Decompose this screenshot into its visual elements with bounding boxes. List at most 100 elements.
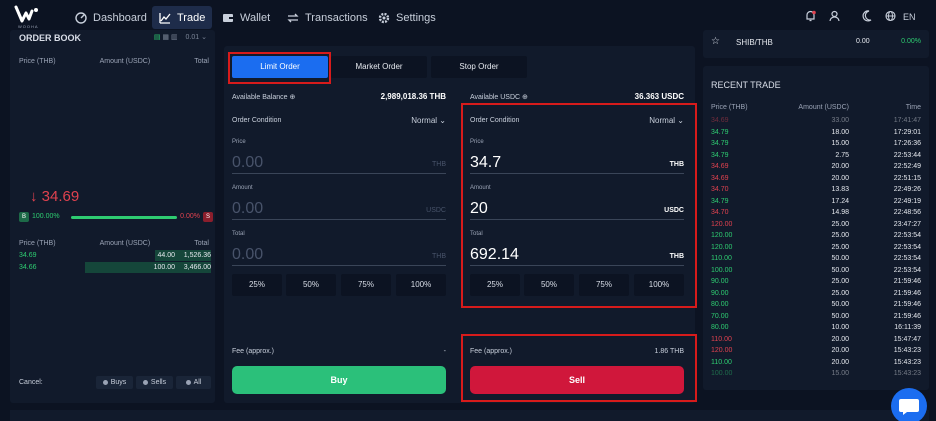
trade-row: 34.79 15.00 17:26:36	[711, 140, 921, 151]
trade-time: 21:59:46	[893, 301, 921, 308]
trade-row: 120.00 25.00 22:53:54	[711, 232, 921, 243]
trade-time: 17:26:36	[893, 140, 921, 147]
trade-row: 34.79 2.75 22:53:44	[711, 152, 921, 163]
order-book-title: ORDER BOOK	[19, 33, 82, 43]
chat-icon	[899, 399, 919, 415]
star-icon[interactable]: ☆	[711, 36, 720, 47]
trade-amount: 50.00	[831, 266, 849, 274]
cancel-all-button[interactable]: All	[176, 376, 211, 389]
trade-price: 100.00	[711, 266, 733, 274]
favorite-pair-row[interactable]: ☆ SHIB/THB 0.00 0.00%	[703, 30, 929, 58]
trade-amount: 25.00	[831, 289, 849, 297]
pair-price: 0.00	[856, 38, 870, 45]
trade-amount: 50.00	[831, 255, 849, 262]
view-toggle-icon[interactable]: ▤	[154, 34, 161, 41]
nav-dashboard[interactable]: Dashboard	[68, 6, 154, 29]
dashboard-icon	[75, 11, 87, 24]
buy-pct-100[interactable]: 100%	[396, 274, 446, 296]
info-icon: ⊕	[522, 93, 528, 101]
trade-time: 22:48:56	[893, 209, 921, 216]
trade-amount: 13.83	[831, 186, 849, 193]
trade-time: 17:29:01	[893, 128, 921, 136]
buy-fee-row: Fee (approx.) -	[232, 348, 446, 355]
trade-row: 120.00 25.00 22:53:54	[711, 244, 921, 255]
moon-icon[interactable]	[862, 10, 872, 22]
trade-price: 110.00	[711, 255, 732, 262]
buy-balance-value: 2,989,018.36 THB	[380, 92, 446, 101]
bid-row[interactable]: 34.66 100.00 3,466.00	[19, 262, 211, 273]
trade-row: 90.00 25.00 21:59:46	[711, 278, 921, 289]
bell-icon[interactable]	[805, 10, 816, 22]
buy-button[interactable]: Buy	[232, 366, 446, 394]
nav-wallet[interactable]: Wallet	[215, 6, 277, 29]
buy-total-input[interactable]: 0.00 THB	[232, 244, 446, 266]
trade-time: 15:47:47	[893, 335, 921, 343]
buy-condition-select[interactable]: Normal	[411, 116, 437, 125]
order-book-header: Price (THB) Amount (USDC) Total	[19, 58, 209, 65]
trade-row: 120.00 25.00 23:47:27	[711, 221, 921, 232]
tab-stop-order[interactable]: Stop Order	[431, 56, 527, 78]
globe-icon[interactable]	[885, 10, 896, 22]
cancel-buys-button[interactable]: Buys	[96, 376, 133, 389]
buy-amount-input[interactable]: 0.00 USDC	[232, 198, 446, 220]
tab-market-order[interactable]: Market Order	[331, 56, 427, 78]
trade-price: 34.79	[711, 128, 729, 136]
trade-row: 90.00 25.00 21:59:46	[711, 290, 921, 301]
language-selector[interactable]: EN	[903, 12, 916, 22]
trade-amount: 25.00	[831, 243, 849, 251]
ratio-bar	[71, 216, 177, 219]
trade-price: 70.00	[711, 312, 729, 320]
trade-time: 21:59:46	[893, 278, 921, 285]
buy-pct-50[interactable]: 50%	[286, 274, 336, 296]
view-toggle-icon[interactable]: ▦	[162, 34, 169, 41]
trade-row: 34.69 20.00 22:52:49	[711, 163, 921, 174]
trade-amount: 20.00	[831, 163, 849, 170]
logo-subtext: WOOHA	[18, 24, 39, 29]
cancel-icon	[185, 379, 191, 385]
trade-price: 110.00	[711, 358, 732, 366]
user-icon[interactable]	[829, 10, 840, 22]
trade-time: 15:43:23	[893, 358, 921, 366]
trade-row: 100.00 15.00 15:43:23	[711, 370, 921, 381]
trade-time: 15:43:23	[893, 370, 921, 377]
buy-price-input[interactable]: 0.00 THB	[232, 152, 446, 174]
trade-price: 80.00	[711, 324, 729, 331]
trade-amount: 50.00	[831, 312, 849, 320]
view-toggle-icon[interactable]: ▥	[171, 34, 178, 41]
trade-row: 110.00 20.00 15:47:47	[711, 336, 921, 347]
precision-select[interactable]: 0.01	[186, 34, 200, 41]
trade-price: 80.00	[711, 301, 729, 308]
buy-sell-ratio: B 100.00% 0.00% S	[19, 212, 213, 222]
buy-pct-25[interactable]: 25%	[232, 274, 282, 296]
trade-price: 120.00	[711, 243, 733, 251]
gear-icon	[378, 12, 390, 23]
trade-time: 23:47:27	[893, 220, 921, 228]
brand-logo[interactable]: WOOHA	[14, 5, 48, 31]
trade-amount: 33.00	[831, 117, 849, 124]
trade-time: 22:51:15	[893, 174, 921, 182]
trade-time: 17:41:47	[893, 117, 921, 124]
trade-amount: 2.75	[835, 151, 849, 159]
cancel-icon	[142, 379, 148, 385]
trade-price: 34.79	[711, 197, 729, 205]
pair-change: 0.00%	[901, 38, 921, 45]
cancel-sells-button[interactable]: Sells	[136, 376, 173, 389]
sell-balance-value: 36.363 USDC	[634, 92, 684, 101]
trade-amount: 15.00	[831, 370, 849, 377]
info-icon: ⊕	[289, 93, 296, 101]
buy-pct-75[interactable]: 75%	[341, 274, 391, 296]
nav-trade[interactable]: Trade	[152, 6, 213, 29]
trade-price: 120.00	[711, 220, 733, 228]
trade-amount: 25.00	[831, 278, 849, 285]
trade-amount: 20.00	[831, 174, 849, 182]
buy-condition-row[interactable]: Order Condition Normal ⌄	[232, 116, 446, 125]
order-book-tools: ▤ ▦ ▥ 0.01 ⌄	[154, 33, 207, 41]
highlight-box	[228, 52, 331, 84]
nav-settings[interactable]: Settings	[371, 6, 443, 29]
cancel-label: Cancel:	[19, 379, 43, 386]
bottom-panel	[10, 410, 929, 421]
chat-button[interactable]	[891, 388, 927, 421]
bid-row[interactable]: 34.69 44.00 1,526.36	[19, 250, 211, 261]
nav-transactions[interactable]: Transactions	[280, 6, 375, 29]
cancel-icon	[102, 379, 108, 385]
